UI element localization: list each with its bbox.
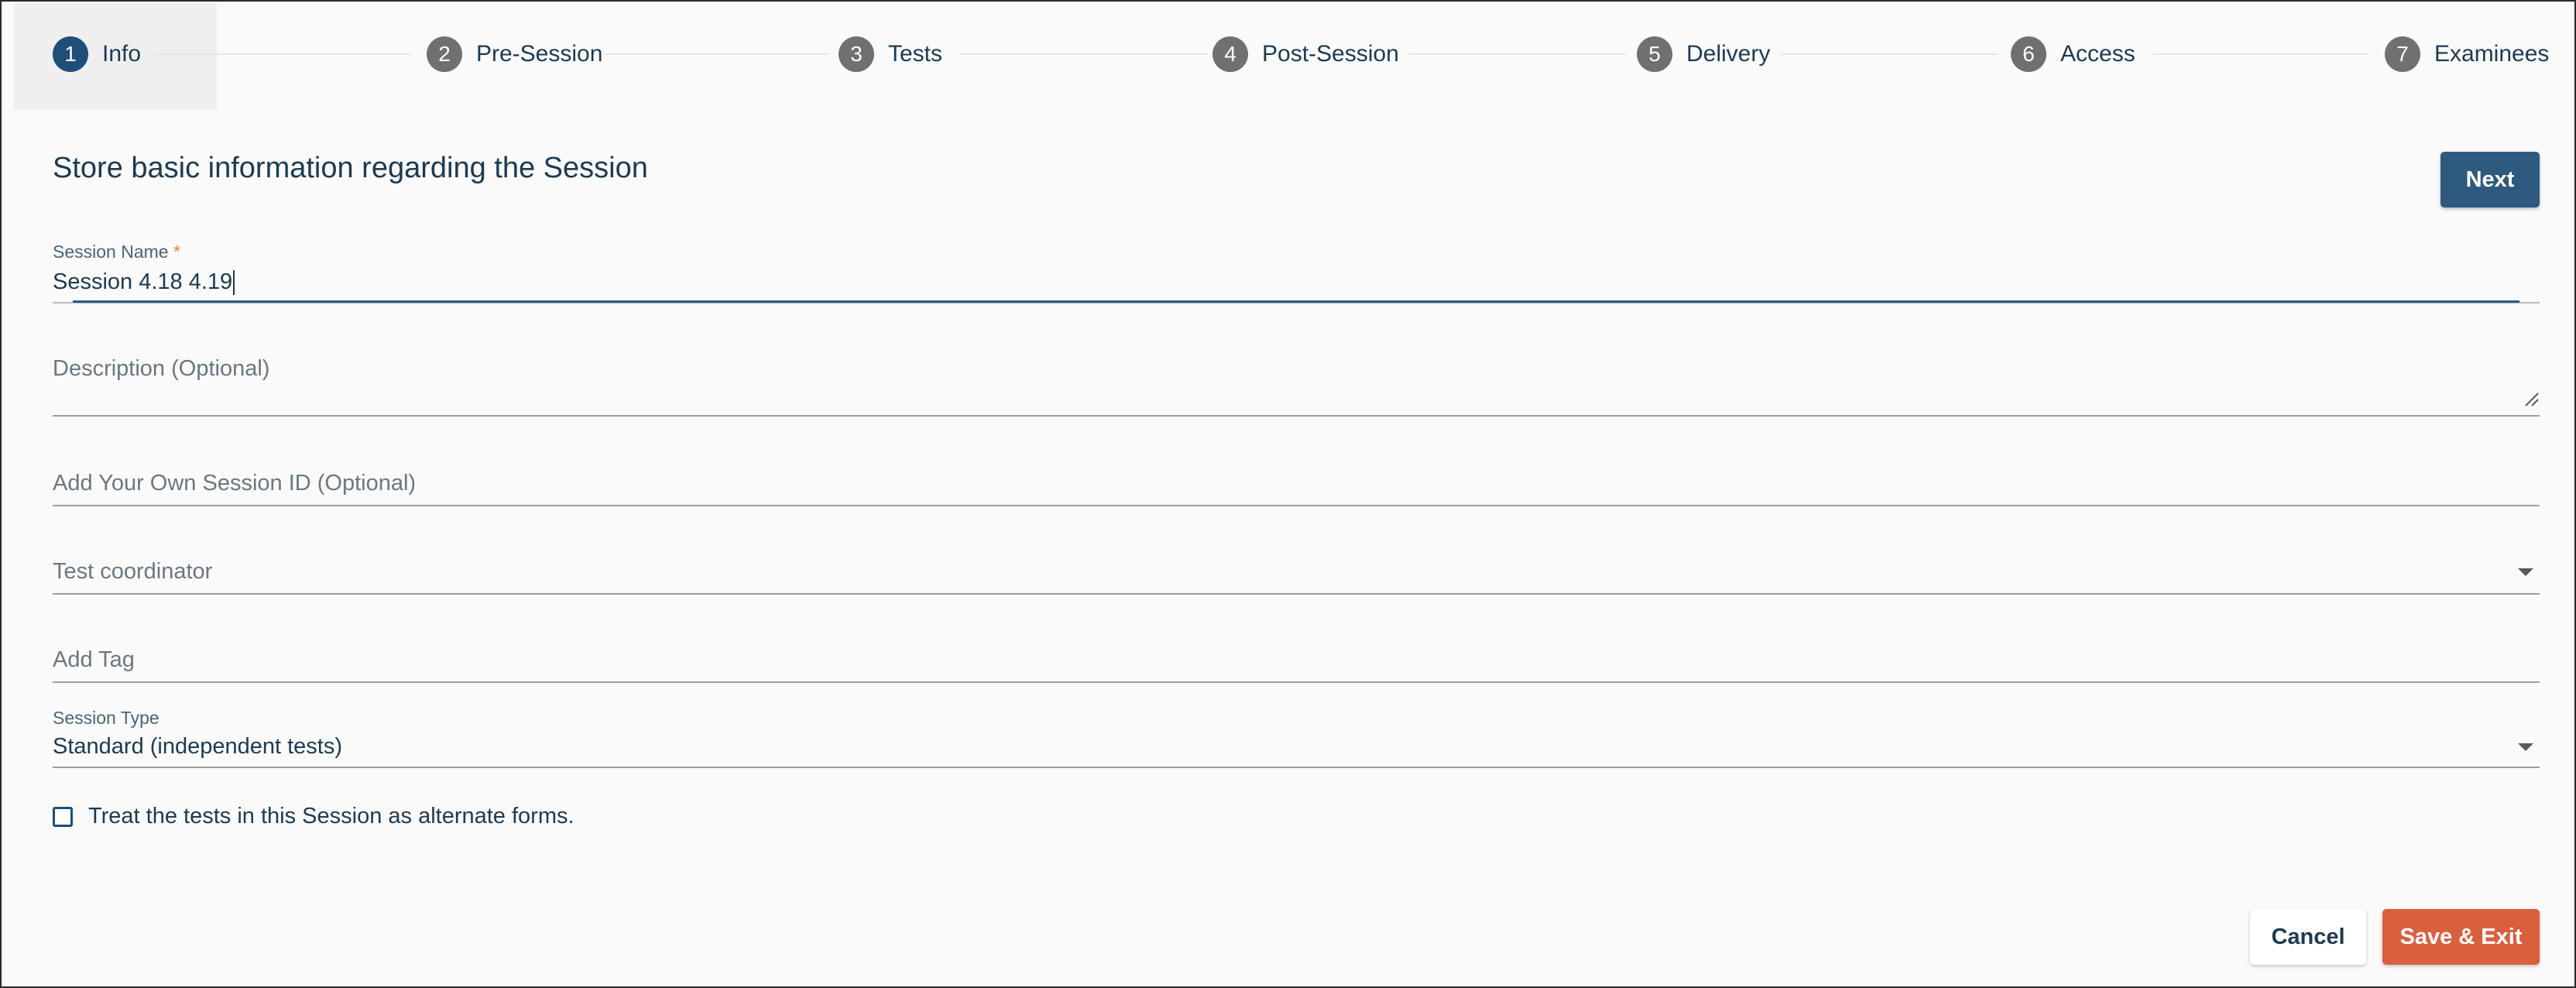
step-tests[interactable]: 3 Tests	[839, 36, 942, 73]
step-label: Info	[102, 41, 142, 67]
step-post-session[interactable]: 4 Post-Session	[1213, 36, 1399, 73]
step-connector	[960, 53, 1208, 55]
add-tag-input[interactable]: Add Tag	[53, 647, 135, 673]
step-examinees[interactable]: 7 Examinees	[2385, 36, 2549, 73]
step-connector	[155, 53, 410, 55]
text-caret	[233, 270, 235, 296]
step-info[interactable]: 1 Info	[53, 36, 141, 73]
field-underline	[53, 505, 2540, 506]
focus-underline	[73, 300, 2519, 303]
session-type-select[interactable]: Session Type Standard (independent tests…	[53, 706, 2540, 770]
step-label: Tests	[888, 41, 943, 67]
test-coordinator-select[interactable]: Test coordinator	[53, 556, 2540, 595]
field-underline	[53, 415, 2540, 417]
step-number: 1	[53, 36, 88, 72]
step-connector	[1781, 53, 1998, 55]
session-name-field[interactable]: Session Name * Session 4.18 4.19	[53, 238, 2540, 305]
step-number: 3	[839, 36, 874, 72]
alternate-forms-label: Treat the tests in this Session as alter…	[88, 804, 575, 828]
session-id-field[interactable]: Add Your Own Session ID (Optional)	[53, 468, 2540, 506]
session-name-label: Session Name *	[53, 242, 180, 262]
session-type-label: Session Type	[53, 708, 159, 728]
alternate-forms-checkbox[interactable]	[53, 806, 73, 827]
cancel-button[interactable]: Cancel	[2250, 909, 2366, 965]
field-underline	[53, 593, 2540, 595]
session-type-value: Standard (independent tests)	[53, 734, 343, 759]
dropdown-arrow-icon	[2518, 743, 2533, 751]
step-connector	[1409, 53, 1626, 55]
step-label: Access	[2060, 41, 2135, 67]
description-textarea[interactable]: Description (Optional)	[53, 356, 269, 382]
test-coordinator-placeholder: Test coordinator	[53, 559, 213, 584]
step-label: Post-Session	[1262, 41, 1399, 67]
next-button[interactable]: Next	[2441, 152, 2540, 208]
step-connector	[604, 53, 828, 55]
step-pre-session[interactable]: 2 Pre-Session	[427, 36, 602, 73]
session-name-input[interactable]: Session 4.18 4.19	[53, 269, 235, 296]
description-field[interactable]: Description (Optional)	[53, 353, 2540, 418]
step-number: 7	[2385, 36, 2420, 72]
save-exit-button[interactable]: Save & Exit	[2382, 909, 2540, 965]
alternate-forms-option[interactable]: Treat the tests in this Session as alter…	[53, 804, 575, 829]
resize-handle-icon[interactable]	[2523, 390, 2540, 407]
step-connector	[2152, 53, 2369, 55]
step-delivery[interactable]: 5 Delivery	[1637, 36, 1770, 73]
add-tag-field[interactable]: Add Tag	[53, 644, 2540, 683]
step-label: Delivery	[1686, 41, 1771, 67]
field-underline	[53, 681, 2540, 683]
field-underline	[53, 767, 2540, 768]
step-number: 6	[2011, 36, 2046, 72]
step-number: 4	[1213, 36, 1248, 72]
page-title: Store basic information regarding the Se…	[53, 152, 648, 184]
session-id-input[interactable]: Add Your Own Session ID (Optional)	[53, 471, 416, 496]
required-asterisk: *	[173, 242, 180, 262]
step-number: 2	[427, 36, 462, 72]
step-number: 5	[1637, 36, 1672, 72]
dropdown-arrow-icon	[2518, 568, 2533, 576]
step-label: Pre-Session	[476, 41, 603, 67]
step-access[interactable]: 6 Access	[2011, 36, 2135, 73]
session-stepper: 1 Info 2 Pre-Session 3 Tests 4 Post-Sess…	[0, 0, 2576, 111]
step-label: Examinees	[2434, 41, 2550, 67]
